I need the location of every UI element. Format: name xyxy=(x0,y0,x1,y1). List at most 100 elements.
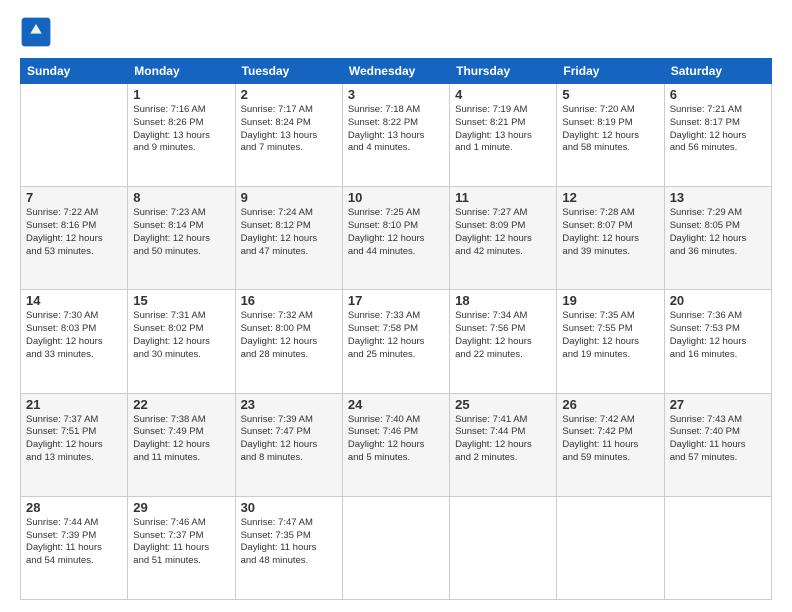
calendar-day-header: Sunday xyxy=(21,59,128,84)
logo xyxy=(20,16,56,48)
day-info: Sunrise: 7:32 AMSunset: 8:00 PMDaylight:… xyxy=(241,310,337,361)
day-info: Sunrise: 7:38 AMSunset: 7:49 PMDaylight:… xyxy=(133,414,229,465)
page-header xyxy=(20,16,772,48)
day-info: Sunrise: 7:44 AMSunset: 7:39 PMDaylight:… xyxy=(26,517,122,568)
calendar-cell: 21Sunrise: 7:37 AMSunset: 7:51 PMDayligh… xyxy=(21,393,128,496)
calendar-cell: 13Sunrise: 7:29 AMSunset: 8:05 PMDayligh… xyxy=(664,187,771,290)
day-info: Sunrise: 7:46 AMSunset: 7:37 PMDaylight:… xyxy=(133,517,229,568)
calendar-day-header: Tuesday xyxy=(235,59,342,84)
day-info: Sunrise: 7:39 AMSunset: 7:47 PMDaylight:… xyxy=(241,414,337,465)
day-info: Sunrise: 7:16 AMSunset: 8:26 PMDaylight:… xyxy=(133,104,229,155)
calendar-cell: 19 Sunrise: 7:35 AMSunset: 7:55 PMDayligh… xyxy=(557,290,664,393)
day-number: 24 xyxy=(348,397,444,412)
day-info: Sunrise: 7:36 AMSunset: 7:53 PMDaylight:… xyxy=(670,310,766,361)
calendar-cell: 1 Sunrise: 7:16 AMSunset: 8:26 PMDaylight… xyxy=(128,84,235,187)
day-number: 3 xyxy=(348,87,444,102)
day-info: Sunrise: 7:20 AMSunset: 8:19 PMDaylight:… xyxy=(562,104,658,155)
calendar-cell xyxy=(342,496,449,599)
day-info: Sunrise: 7:35 AMSunset: 7:55 PMDaylight:… xyxy=(562,310,658,361)
day-number: 10 xyxy=(348,190,444,205)
day-info: Sunrise: 7:40 AMSunset: 7:46 PMDaylight:… xyxy=(348,414,444,465)
calendar-cell: 10 Sunrise: 7:25 AMSunset: 8:10 PMDayligh… xyxy=(342,187,449,290)
calendar-cell: 7 Sunrise: 7:22 AMSunset: 8:16 PMDaylight… xyxy=(21,187,128,290)
day-info: Sunrise: 7:43 AMSunset: 7:40 PMDaylight:… xyxy=(670,414,766,465)
day-number: 9 xyxy=(241,190,337,205)
day-number: 21 xyxy=(26,397,122,412)
day-number: 15 xyxy=(133,293,229,308)
calendar-cell: 30 Sunrise: 7:47 AMSunset: 7:35 PMDayligh… xyxy=(235,496,342,599)
day-info: Sunrise: 7:18 AMSunset: 8:22 PMDaylight:… xyxy=(348,104,444,155)
day-number: 17 xyxy=(348,293,444,308)
calendar-cell: 29 Sunrise: 7:46 AMSunset: 7:37 PMDayligh… xyxy=(128,496,235,599)
day-number: 19 xyxy=(562,293,658,308)
calendar-cell: 27 Sunrise: 7:43 AMSunset: 7:40 PMDayligh… xyxy=(664,393,771,496)
day-info: Sunrise: 7:41 AMSunset: 7:44 PMDaylight:… xyxy=(455,414,551,465)
day-number: 1 xyxy=(133,87,229,102)
calendar-cell xyxy=(664,496,771,599)
logo-icon xyxy=(20,16,52,48)
day-number: 27 xyxy=(670,397,766,412)
calendar-cell: 18 Sunrise: 7:34 AMSunset: 7:56 PMDayligh… xyxy=(450,290,557,393)
day-info: Sunrise: 7:28 AMSunset: 8:07 PMDaylight:… xyxy=(562,207,658,258)
day-number: 20 xyxy=(670,293,766,308)
calendar-table: SundayMondayTuesdayWednesdayThursdayFrid… xyxy=(20,58,772,600)
calendar-cell: 4 Sunrise: 7:19 AMSunset: 8:21 PMDaylight… xyxy=(450,84,557,187)
day-number: 30 xyxy=(241,500,337,515)
calendar-day-header: Thursday xyxy=(450,59,557,84)
day-info: Sunrise: 7:17 AMSunset: 8:24 PMDaylight:… xyxy=(241,104,337,155)
day-number: 6 xyxy=(670,87,766,102)
calendar-cell: 11 Sunrise: 7:27 AMSunset: 8:09 PMDayligh… xyxy=(450,187,557,290)
day-info: Sunrise: 7:33 AMSunset: 7:58 PMDaylight:… xyxy=(348,310,444,361)
calendar-cell: 17 Sunrise: 7:33 AMSunset: 7:58 PMDayligh… xyxy=(342,290,449,393)
day-info: Sunrise: 7:23 AMSunset: 8:14 PMDaylight:… xyxy=(133,207,229,258)
calendar-cell: 14 Sunrise: 7:30 AMSunset: 8:03 PMDayligh… xyxy=(21,290,128,393)
day-number: 2 xyxy=(241,87,337,102)
day-info: Sunrise: 7:31 AMSunset: 8:02 PMDaylight:… xyxy=(133,310,229,361)
calendar-cell: 16 Sunrise: 7:32 AMSunset: 8:00 PMDayligh… xyxy=(235,290,342,393)
day-info: Sunrise: 7:42 AMSunset: 7:42 PMDaylight:… xyxy=(562,414,658,465)
day-number: 7 xyxy=(26,190,122,205)
day-number: 29 xyxy=(133,500,229,515)
day-info: Sunrise: 7:25 AMSunset: 8:10 PMDaylight:… xyxy=(348,207,444,258)
calendar-cell: 9 Sunrise: 7:24 AMSunset: 8:12 PMDaylight… xyxy=(235,187,342,290)
calendar-cell xyxy=(450,496,557,599)
calendar-cell: 6Sunrise: 7:21 AMSunset: 8:17 PMDaylight… xyxy=(664,84,771,187)
day-number: 4 xyxy=(455,87,551,102)
day-number: 26 xyxy=(562,397,658,412)
calendar-cell: 8Sunrise: 7:23 AMSunset: 8:14 PMDaylight… xyxy=(128,187,235,290)
calendar-cell: 12 Sunrise: 7:28 AMSunset: 8:07 PMDayligh… xyxy=(557,187,664,290)
day-number: 22 xyxy=(133,397,229,412)
day-number: 25 xyxy=(455,397,551,412)
calendar-cell: 25 Sunrise: 7:41 AMSunset: 7:44 PMDayligh… xyxy=(450,393,557,496)
calendar-cell: 23 Sunrise: 7:39 AMSunset: 7:47 PMDayligh… xyxy=(235,393,342,496)
day-number: 14 xyxy=(26,293,122,308)
day-info: Sunrise: 7:19 AMSunset: 8:21 PMDaylight:… xyxy=(455,104,551,155)
day-number: 12 xyxy=(562,190,658,205)
day-info: Sunrise: 7:29 AMSunset: 8:05 PMDaylight:… xyxy=(670,207,766,258)
calendar-cell xyxy=(557,496,664,599)
day-number: 16 xyxy=(241,293,337,308)
day-number: 28 xyxy=(26,500,122,515)
day-info: Sunrise: 7:34 AMSunset: 7:56 PMDaylight:… xyxy=(455,310,551,361)
calendar-cell xyxy=(21,84,128,187)
calendar-cell: 2 Sunrise: 7:17 AMSunset: 8:24 PMDaylight… xyxy=(235,84,342,187)
day-number: 5 xyxy=(562,87,658,102)
calendar-cell: 15 Sunrise: 7:31 AMSunset: 8:02 PMDayligh… xyxy=(128,290,235,393)
day-info: Sunrise: 7:30 AMSunset: 8:03 PMDaylight:… xyxy=(26,310,122,361)
day-info: Sunrise: 7:47 AMSunset: 7:35 PMDaylight:… xyxy=(241,517,337,568)
day-info: Sunrise: 7:27 AMSunset: 8:09 PMDaylight:… xyxy=(455,207,551,258)
calendar-cell: 22 Sunrise: 7:38 AMSunset: 7:49 PMDayligh… xyxy=(128,393,235,496)
day-number: 18 xyxy=(455,293,551,308)
calendar-day-header: Saturday xyxy=(664,59,771,84)
calendar-cell: 26 Sunrise: 7:42 AMSunset: 7:42 PMDayligh… xyxy=(557,393,664,496)
day-number: 23 xyxy=(241,397,337,412)
day-info: Sunrise: 7:22 AMSunset: 8:16 PMDaylight:… xyxy=(26,207,122,258)
day-number: 11 xyxy=(455,190,551,205)
day-info: Sunrise: 7:24 AMSunset: 8:12 PMDaylight:… xyxy=(241,207,337,258)
calendar-day-header: Friday xyxy=(557,59,664,84)
calendar-cell: 28 Sunrise: 7:44 AMSunset: 7:39 PMDayligh… xyxy=(21,496,128,599)
calendar-day-header: Monday xyxy=(128,59,235,84)
calendar-cell: 20 Sunrise: 7:36 AMSunset: 7:53 PMDayligh… xyxy=(664,290,771,393)
calendar-day-header: Wednesday xyxy=(342,59,449,84)
calendar-cell: 3 Sunrise: 7:18 AMSunset: 8:22 PMDaylight… xyxy=(342,84,449,187)
